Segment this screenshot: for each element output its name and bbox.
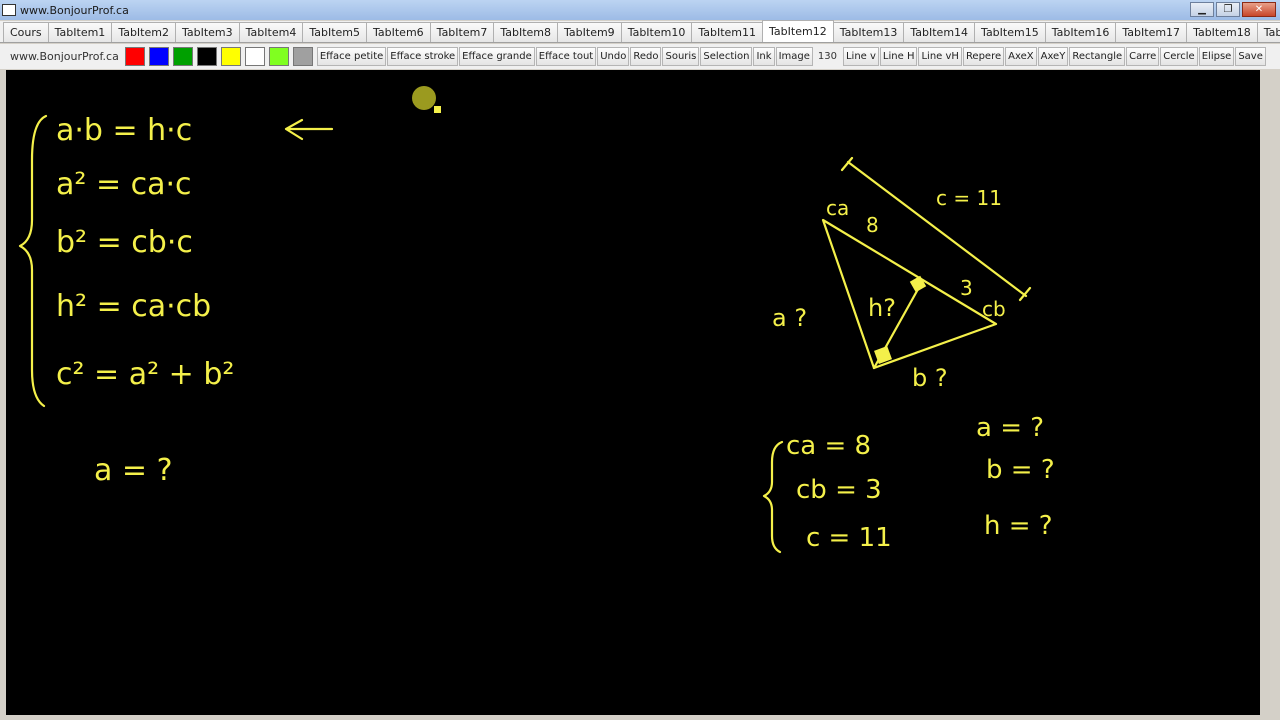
tool-efface-tout-button[interactable]: Efface tout <box>535 47 597 66</box>
tool-efface-petite-button[interactable]: Efface petite <box>316 47 387 66</box>
eq-5: c² = a² + b² <box>56 357 234 392</box>
tool-elipse-button[interactable]: Elipse <box>1198 47 1235 66</box>
tool-axex-button[interactable]: AxeX <box>1005 47 1037 66</box>
label-h: h? <box>868 294 896 322</box>
label-cb-val: 3 <box>960 276 973 300</box>
tool-efface-stroke-button[interactable]: Efface stroke <box>387 47 459 66</box>
unknown-h: h = ? <box>984 511 1053 541</box>
tab-tabitem17[interactable]: TabItem17 <box>1115 22 1188 42</box>
given-2: cb = 3 <box>796 475 882 505</box>
unknown-b: b = ? <box>986 455 1055 485</box>
tab-tabitem18[interactable]: TabItem18 <box>1186 22 1258 42</box>
tool-selection-button[interactable]: Selection <box>700 47 753 66</box>
tool-cercle-button[interactable]: Cercle <box>1160 47 1198 66</box>
tab-tabitem2[interactable]: TabItem2 <box>111 22 176 42</box>
tool-undo-button[interactable]: Undo <box>597 47 630 66</box>
tool-carre-button[interactable]: Carre <box>1126 47 1160 66</box>
tool-save-button[interactable]: Save <box>1235 47 1266 66</box>
tab-tabitem7[interactable]: TabItem7 <box>429 22 495 42</box>
eq-1: a·b = h·c <box>56 113 192 148</box>
pen-size-value[interactable]: 130 <box>818 51 837 62</box>
color-swatch[interactable] <box>244 47 265 66</box>
toolbar: www.BonjourProf.ca Efface petite Efface s… <box>0 44 1280 69</box>
label-a: a ? <box>772 304 807 332</box>
tab-tabitem3[interactable]: TabItem3 <box>174 22 240 42</box>
given-1: ca = 8 <box>786 431 871 461</box>
eq-3: b² = cb·c <box>56 225 193 260</box>
tab-tabitem10[interactable]: TabItem10 <box>620 22 693 42</box>
arrow-icon <box>284 118 334 141</box>
tab-tabitem8[interactable]: TabItem8 <box>493 22 559 42</box>
label-b: b ? <box>912 364 948 392</box>
tool-line-v-button[interactable]: Line v <box>842 47 879 66</box>
color-swatch[interactable] <box>172 47 193 66</box>
givens-brace <box>762 440 784 554</box>
tab-tabitem14[interactable]: TabItem14 <box>903 22 976 42</box>
ink-layer: a·b = h·c a² = ca·c b² = cb·c h² = ca·cb… <box>18 86 1055 554</box>
right-angle-mark-h <box>909 275 927 293</box>
tab-tabitem12[interactable]: TabItem12 <box>762 20 834 42</box>
tool-souris-button[interactable]: Souris <box>662 47 700 66</box>
cursor-tip-icon <box>434 106 441 113</box>
eq-4: h² = ca·cb <box>56 289 211 324</box>
unknown-a: a = ? <box>976 413 1044 443</box>
color-swatch[interactable] <box>220 47 241 66</box>
left-brace <box>18 114 48 408</box>
tool-axey-button[interactable]: AxeY <box>1037 47 1069 66</box>
label-ca-val: 8 <box>866 213 879 237</box>
tool-rectangle-button[interactable]: Rectangle <box>1069 47 1126 66</box>
eq-2: a² = ca·c <box>56 167 192 202</box>
label-c: c = 11 <box>936 186 1002 210</box>
color-swatch[interactable] <box>196 47 217 66</box>
tab-cours[interactable]: Cours <box>3 22 49 42</box>
tab-tabitem13[interactable]: TabItem13 <box>832 22 905 42</box>
tab-tabitem11[interactable]: TabItem11 <box>691 22 764 42</box>
tool-repere-button[interactable]: Repere <box>962 47 1005 66</box>
tool-line-h-button[interactable]: Line H <box>879 47 918 66</box>
color-swatch[interactable] <box>124 47 145 66</box>
tab-tabitem4[interactable]: TabItem4 <box>238 22 304 42</box>
color-swatch[interactable] <box>292 47 313 66</box>
tool-redo-button[interactable]: Redo <box>630 47 662 66</box>
minimize-button[interactable]: ▁ <box>1190 2 1214 17</box>
app-icon <box>2 4 16 16</box>
maximize-button[interactable]: ❐ <box>1216 2 1240 17</box>
tool-line-vh-button[interactable]: Line vH <box>918 47 962 66</box>
close-button[interactable]: ✕ <box>1242 2 1276 17</box>
tool-efface-grande-button[interactable]: Efface grande <box>459 47 535 66</box>
drawing-canvas[interactable]: a·b = h·c a² = ca·c b² = cb·c h² = ca·cb… <box>6 70 1260 715</box>
color-swatch[interactable] <box>148 47 169 66</box>
tool-ink-button[interactable]: Ink <box>753 47 775 66</box>
right-frame <box>1260 70 1280 715</box>
site-label: www.BonjourProf.ca <box>10 50 119 63</box>
tab-tabitem5[interactable]: TabItem5 <box>302 22 367 42</box>
tab-tabitem15[interactable]: TabItem15 <box>974 22 1046 42</box>
tab-tabitem16[interactable]: TabItem16 <box>1044 22 1117 42</box>
label-cb: cb <box>982 297 1006 321</box>
tab-tabitem9[interactable]: TabItem9 <box>557 22 622 42</box>
tool-image-button[interactable]: Image <box>775 47 813 66</box>
tab-strip: Cours TabItem1 TabItem2 TabItem3 TabItem4 Tab… <box>0 20 1280 43</box>
title-bar: www.BonjourProf.ca ▁ ❐ ✕ <box>0 0 1280 20</box>
tab-tabitem25[interactable]: TabItem25 <box>1256 22 1280 42</box>
tab-tabitem6[interactable]: TabItem6 <box>366 22 431 42</box>
tab-tabitem1[interactable]: TabItem1 <box>47 22 113 42</box>
cursor-icon <box>412 86 436 110</box>
window-title: www.BonjourProf.ca <box>20 3 129 17</box>
question-a: a = ? <box>94 453 173 488</box>
color-swatch[interactable] <box>268 47 289 66</box>
given-3: c = 11 <box>806 523 892 553</box>
label-ca: ca <box>826 196 849 220</box>
